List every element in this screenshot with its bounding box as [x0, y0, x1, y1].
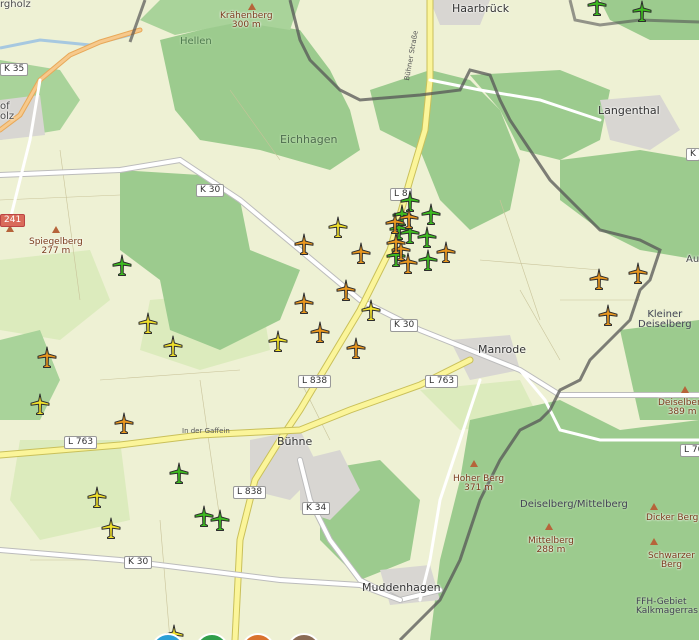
wind-turbine-marker-yellow[interactable]: [99, 515, 123, 539]
map-base-layer: [0, 0, 699, 640]
peak-label-kraehenberg: Krähenberg 300 m: [220, 11, 273, 30]
wind-turbine-icon: [294, 292, 314, 314]
place-label-deiselberg-mittelberg: Deiselberg/Mittelberg: [520, 499, 628, 510]
peak-label-schwarzer-berg: Schwarzer Berg: [648, 551, 695, 570]
wind-turbine-icon: [310, 321, 330, 343]
street-label-in-der-gaffein: In der Gaffein: [182, 427, 230, 435]
wind-turbine-icon: [30, 393, 50, 415]
wind-turbine-marker-green[interactable]: [208, 507, 232, 531]
wind-turbine-marker-green[interactable]: [419, 201, 443, 225]
place-label-ffh-gebiet: FFH-Gebiet Kalkmagerras: [636, 597, 698, 616]
wind-turbine-icon: [268, 330, 288, 352]
road-shield-k34: K 34: [302, 502, 331, 515]
wind-turbine-marker-yellow[interactable]: [359, 297, 383, 321]
road-shield-l838: L 838: [233, 486, 267, 499]
wind-turbine-marker-orange[interactable]: [35, 344, 59, 368]
wind-turbine-icon: [163, 335, 183, 357]
wind-turbine-icon: [421, 203, 441, 225]
wind-turbine-marker-yellow[interactable]: [266, 328, 290, 352]
wind-turbine-marker-green[interactable]: [110, 252, 134, 276]
wind-turbine-marker-yellow[interactable]: [28, 391, 52, 415]
place-label-haarbrueck: Haarbrück: [452, 2, 510, 15]
road-shield-k30: K 30: [390, 319, 419, 332]
wind-turbine-icon: [87, 486, 107, 508]
wind-turbine-icon: [398, 252, 418, 274]
place-label-auf-d: Auf d: [686, 254, 699, 265]
wind-turbine-icon: [328, 216, 348, 238]
wind-turbine-icon: [346, 337, 366, 359]
wind-turbine-icon: [336, 279, 356, 301]
wind-turbine-icon: [101, 517, 121, 539]
wind-turbine-marker-orange[interactable]: [308, 319, 332, 343]
wind-turbine-marker-orange[interactable]: [596, 302, 620, 326]
road-shield-k30: K 30: [196, 184, 225, 197]
wind-turbine-marker-yellow[interactable]: [85, 484, 109, 508]
place-label-langenthal: Langenthal: [598, 104, 660, 117]
wind-turbine-icon: [169, 462, 189, 484]
wind-turbine-marker-orange[interactable]: [292, 231, 316, 255]
wind-turbine-marker-orange[interactable]: [434, 239, 458, 263]
peak-label-spiegelberg: Spiegelberg 277 m: [29, 237, 83, 256]
road-shield-l763: L 763: [64, 436, 98, 449]
wind-turbine-marker-orange[interactable]: [112, 410, 136, 434]
wind-turbine-icon: [294, 233, 314, 255]
wind-turbine-icon: [587, 0, 607, 16]
place-label-buehne: Bühne: [277, 435, 313, 448]
wind-turbine-marker-orange[interactable]: [292, 290, 316, 314]
road-shield-l838: L 838: [298, 375, 332, 388]
peak-label-hoher-berg: Hoher Berg 371 m: [453, 474, 505, 493]
wind-turbine-marker-green[interactable]: [630, 0, 654, 22]
place-label-kleiner-deiselberg: Kleiner Deiselberg: [638, 309, 692, 330]
wind-turbine-marker-orange[interactable]: [349, 240, 373, 264]
wind-turbine-icon: [37, 346, 57, 368]
place-label-of-olz: of olz: [0, 101, 15, 122]
wind-turbine-icon: [114, 412, 134, 434]
wind-turbine-icon: [598, 304, 618, 326]
wind-turbine-marker-orange[interactable]: [396, 250, 420, 274]
wind-turbine-icon: [589, 268, 609, 290]
peak-label-mittelberg: Mittelberg 288 m: [528, 536, 574, 555]
wind-turbine-icon: [351, 242, 371, 264]
wind-turbine-marker-green[interactable]: [585, 0, 609, 16]
wind-turbine-marker-orange[interactable]: [334, 277, 358, 301]
place-label-hellen: Hellen: [180, 36, 212, 47]
wind-turbine-icon: [632, 0, 652, 22]
wind-turbine-icon: [112, 254, 132, 276]
wind-turbine-marker-orange[interactable]: [344, 335, 368, 359]
wind-turbine-marker-yellow[interactable]: [161, 333, 185, 357]
wind-turbine-icon: [138, 312, 158, 334]
wind-turbine-marker-yellow[interactable]: [136, 310, 160, 334]
place-label-manrode: Manrode: [478, 343, 526, 356]
road-shield-k35: K 35: [0, 63, 29, 76]
wind-turbine-marker-orange[interactable]: [626, 260, 650, 284]
wind-turbine-icon: [361, 299, 381, 321]
road-shield-l763: L 763: [425, 375, 459, 388]
wind-turbine-icon: [436, 241, 456, 263]
wind-turbine-marker-orange[interactable]: [587, 266, 611, 290]
road-shield-k30: K 30: [124, 556, 153, 569]
wind-turbine-icon: [385, 212, 405, 234]
wind-turbine-icon: [210, 509, 230, 531]
peak-label-deiselberg: Deiselberg 389 m: [658, 398, 699, 417]
place-label-eichhagen: Eichhagen: [280, 133, 338, 146]
peak-label-dicker-berg: Dicker Berg: [646, 513, 699, 523]
road-shield-241: 241: [0, 214, 26, 227]
place-label-gholz: rgholz: [0, 0, 31, 10]
wind-turbine-marker-orange[interactable]: [383, 210, 407, 234]
wind-turbine-icon: [628, 262, 648, 284]
wind-turbine-marker-green[interactable]: [167, 460, 191, 484]
road-shield-k: K: [686, 148, 699, 161]
road-shield-l70: L 70: [680, 444, 699, 457]
wind-turbine-marker-yellow[interactable]: [326, 214, 350, 238]
map-view[interactable]: Haarbrück Langenthal Manrode Bühne Mudde…: [0, 0, 699, 640]
place-label-muddenhagen: Muddenhagen: [362, 581, 441, 594]
